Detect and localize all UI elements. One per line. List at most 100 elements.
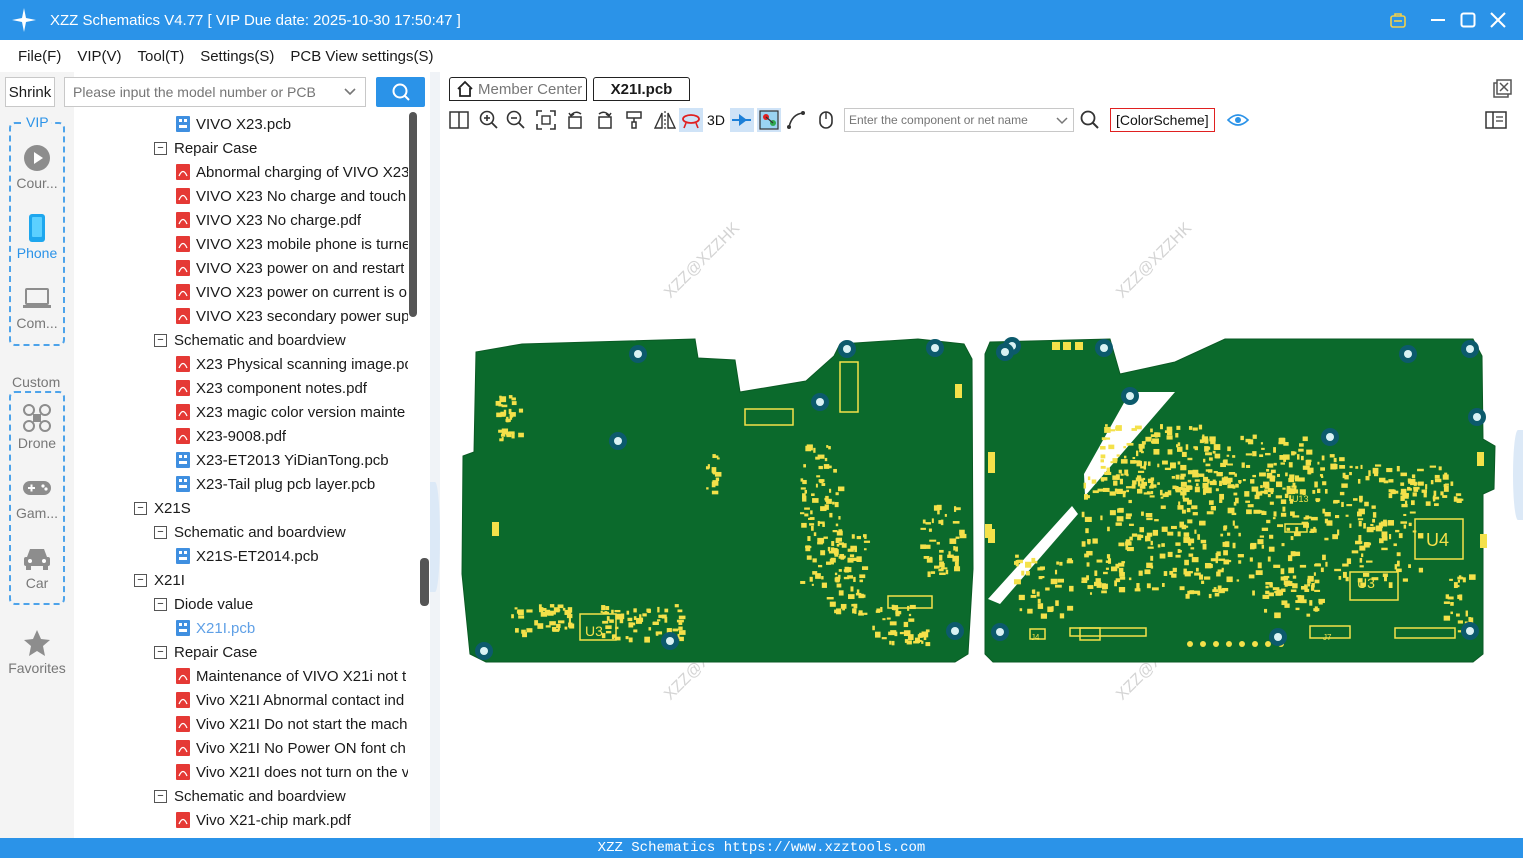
smd-pad[interactable]: [1400, 495, 1405, 501]
smd-pad[interactable]: [1270, 469, 1276, 474]
smd-pad[interactable]: [823, 536, 828, 539]
mounting-hole-center[interactable]: [1100, 344, 1108, 352]
smd-pad[interactable]: [1430, 480, 1434, 485]
smd-pad[interactable]: [923, 555, 930, 559]
smd-pad[interactable]: [1187, 519, 1193, 524]
smd-pad[interactable]: [1381, 547, 1388, 551]
smd-pad[interactable]: [1283, 442, 1289, 446]
smd-pad[interactable]: [804, 507, 810, 510]
smd-pad[interactable]: [509, 413, 513, 420]
smd-pad[interactable]: [1220, 533, 1224, 537]
smd-pad[interactable]: [838, 569, 842, 572]
smd-pad[interactable]: [1396, 560, 1400, 567]
smd-pad[interactable]: [1250, 479, 1255, 484]
smd-pad[interactable]: [495, 400, 502, 406]
smd-pad[interactable]: [1273, 447, 1276, 453]
canvas-collapse-handle[interactable]: [1513, 430, 1523, 520]
smd-pad[interactable]: [926, 545, 929, 549]
smd-pad[interactable]: [1266, 468, 1270, 472]
smd-pad[interactable]: [1253, 509, 1261, 514]
zoom-in-icon[interactable]: [477, 108, 501, 132]
smd-pad[interactable]: [1152, 529, 1159, 536]
smd-pad[interactable]: [801, 522, 807, 528]
smd-pad[interactable]: [1138, 570, 1143, 576]
smd-pad[interactable]: [800, 512, 805, 515]
smd-pad[interactable]: [1195, 483, 1199, 487]
tree-file[interactable]: X21I.pcb: [176, 616, 408, 640]
smd-pad[interactable]: [1208, 500, 1214, 505]
smd-pad[interactable]: [1417, 533, 1424, 539]
smd-pad[interactable]: [1160, 496, 1164, 499]
smd-pad[interactable]: [886, 617, 891, 620]
smd-pad[interactable]: [939, 549, 944, 553]
smd-pad[interactable]: [1131, 533, 1138, 537]
smd-pad[interactable]: [1322, 508, 1326, 514]
smd-pad[interactable]: [1175, 433, 1179, 438]
smd-pad[interactable]: [934, 565, 940, 569]
smd-pad[interactable]: [811, 583, 814, 586]
smd-pad[interactable]: [1119, 571, 1125, 577]
rail-item-favorites[interactable]: Favorites: [0, 628, 74, 676]
smd-pad[interactable]: [1292, 583, 1298, 589]
smd-pad[interactable]: [1118, 567, 1124, 573]
smd-pad[interactable]: [1235, 483, 1239, 488]
smd-pad[interactable]: [1087, 585, 1094, 589]
smd-pad[interactable]: [818, 479, 825, 483]
collapse-toggle-icon[interactable]: −: [134, 573, 147, 587]
smd-pad[interactable]: [1125, 516, 1131, 520]
smd-pad[interactable]: [522, 632, 528, 638]
smd-pad[interactable]: [929, 539, 937, 542]
smd-pad[interactable]: [1411, 474, 1416, 479]
smd-pad[interactable]: [1359, 495, 1363, 502]
smd-pad[interactable]: [1118, 542, 1125, 547]
smd-pad[interactable]: [806, 555, 812, 560]
smd-pad[interactable]: [1031, 589, 1035, 593]
smd-pad[interactable]: [835, 523, 839, 527]
smd-pad[interactable]: [1277, 473, 1280, 477]
smd-pad[interactable]: [1339, 465, 1346, 469]
smd-pad[interactable]: [1295, 607, 1300, 611]
minimize-button[interactable]: [1423, 5, 1453, 35]
mounting-hole-center[interactable]: [1001, 348, 1009, 356]
smd-pad[interactable]: [1095, 581, 1099, 585]
smd-pad[interactable]: [633, 608, 637, 613]
smd-pad[interactable]: [1198, 473, 1205, 477]
smd-pad[interactable]: [832, 501, 835, 505]
smd-pad[interactable]: [1187, 457, 1193, 461]
smd-pad[interactable]: [614, 609, 621, 613]
smd-pad[interactable]: [1207, 563, 1213, 568]
round-pad[interactable]: [1187, 641, 1193, 647]
smd-pad[interactable]: [1226, 454, 1230, 457]
smd-pad[interactable]: [854, 546, 857, 553]
smd-pad[interactable]: [601, 605, 606, 611]
smd-pad[interactable]: [955, 507, 961, 511]
smd-pad[interactable]: [1104, 426, 1111, 433]
smd-pad[interactable]: [1219, 493, 1225, 500]
connector-label-j4[interactable]: J4: [1031, 633, 1040, 642]
smd-pad[interactable]: [1355, 466, 1359, 469]
smd-pad[interactable]: [847, 575, 853, 579]
smd-pad[interactable]: [1161, 526, 1168, 532]
smd-pad[interactable]: [936, 504, 942, 511]
smd-pad[interactable]: [1261, 527, 1269, 531]
smd-pad[interactable]: [1252, 451, 1257, 457]
smd-pad[interactable]: [1238, 560, 1242, 564]
smd-pad[interactable]: [844, 566, 849, 573]
smd-pad[interactable]: [1252, 590, 1255, 596]
panel-splitter[interactable]: [430, 72, 440, 838]
smd-pad[interactable]: [903, 630, 911, 637]
smd-pad[interactable]: [1262, 594, 1270, 599]
smd-pad[interactable]: [1277, 524, 1284, 528]
smd-pad[interactable]: [1176, 425, 1181, 430]
smd-pad[interactable]: [805, 545, 811, 552]
smd-pad[interactable]: [1245, 464, 1251, 468]
smd-pad[interactable]: [1021, 570, 1025, 576]
smd-pad[interactable]: [1267, 488, 1274, 493]
smd-pad[interactable]: [1279, 455, 1286, 460]
smd-pad[interactable]: [1284, 493, 1289, 499]
smd-pad[interactable]: [557, 620, 565, 624]
smd-pad[interactable]: [1116, 516, 1124, 522]
smd-pad[interactable]: [847, 557, 854, 563]
smd-pad[interactable]: [1388, 489, 1395, 493]
smd-pad[interactable]: [859, 574, 866, 579]
